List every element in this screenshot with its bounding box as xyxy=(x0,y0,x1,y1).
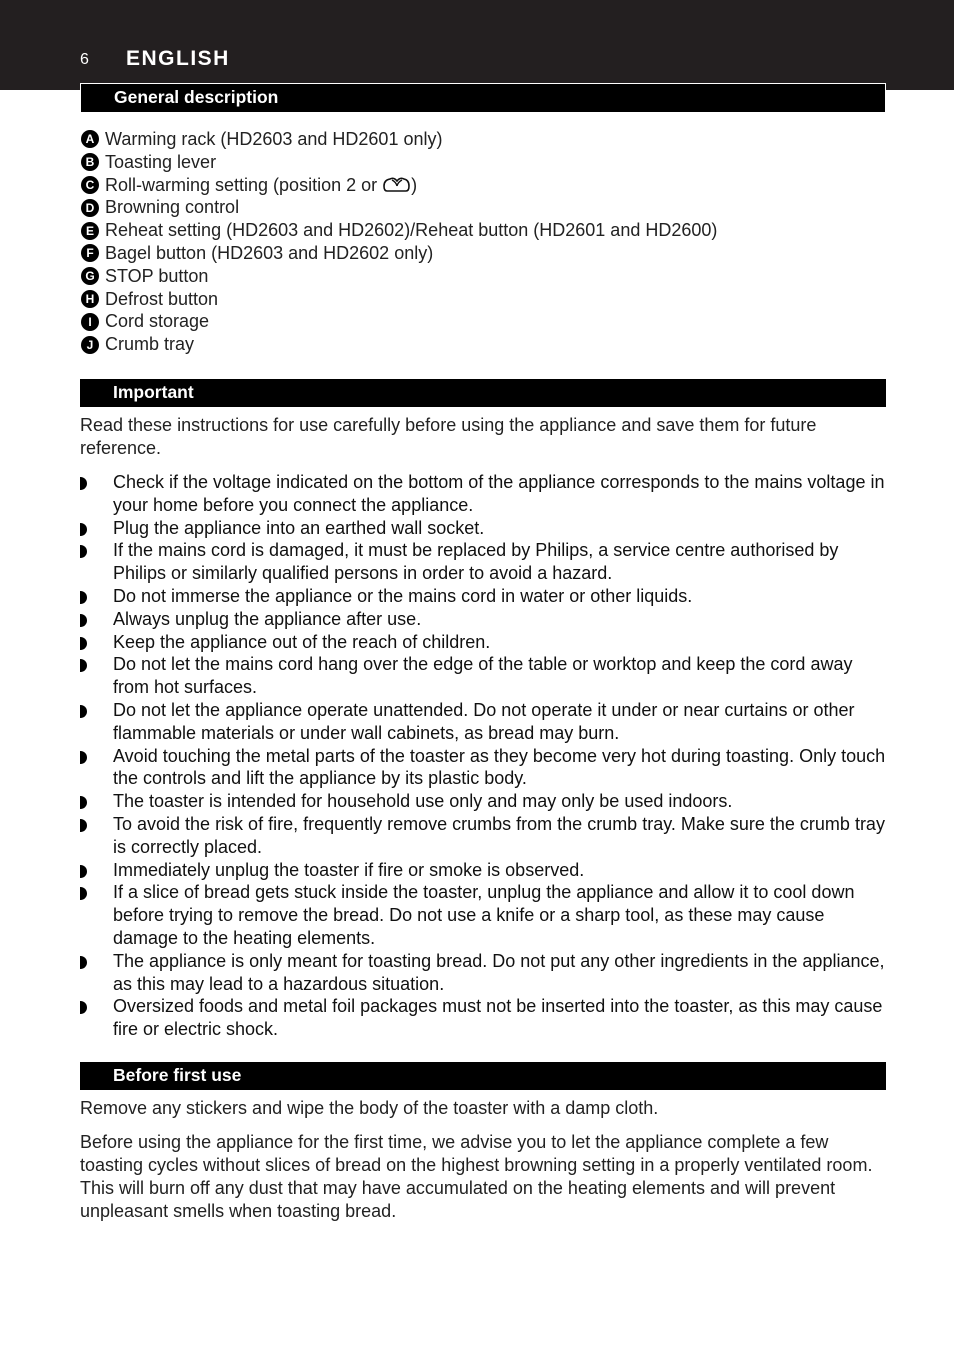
bullet-text: Oversized foods and metal foil packages … xyxy=(113,996,883,1040)
parts-list: A Warming rack (HD2603 and HD2601 only) … xyxy=(81,128,717,356)
section-header-before-first-use: Before first use xyxy=(80,1062,886,1090)
bullet-text: To avoid the risk of fire, frequently re… xyxy=(113,813,885,857)
bullet-item: Check if the voltage indicated on the bo… xyxy=(80,471,890,517)
part-item: C Roll-warming setting (position 2 or ) xyxy=(81,174,717,197)
section-title: General description xyxy=(114,87,279,107)
part-label: Crumb tray xyxy=(105,334,195,355)
part-item: A Warming rack (HD2603 and HD2601 only) xyxy=(81,128,717,151)
part-label: Browning control xyxy=(105,197,240,218)
part-label: Toasting lever xyxy=(105,151,217,172)
bullet-icon xyxy=(80,864,87,878)
bullet-text: If a slice of bread gets stuck inside th… xyxy=(113,882,855,948)
bullet-icon xyxy=(80,1001,87,1015)
bullet-item: Do not let the appliance operate unatten… xyxy=(80,699,890,745)
bullet-item: Do not immerse the appliance or the main… xyxy=(80,585,890,608)
bullet-icon xyxy=(80,796,87,810)
bullet-item: Always unplug the appliance after use. xyxy=(80,608,890,631)
letter-g-icon: G xyxy=(81,267,99,286)
bullet-item: If a slice of bread gets stuck inside th… xyxy=(80,881,890,949)
bullet-icon xyxy=(80,477,87,490)
bullet-item: Immediately unplug the toaster if fire o… xyxy=(80,859,890,882)
bullet-text: Plug the appliance into an earthed wall … xyxy=(113,517,485,538)
bullet-text: Always unplug the appliance after use. xyxy=(113,608,422,629)
language-title: ENGLISH xyxy=(126,47,230,70)
bullet-item: Plug the appliance into an earthed wall … xyxy=(80,517,890,540)
bullet-icon xyxy=(80,659,87,673)
part-item: J Crumb tray xyxy=(81,333,717,356)
part-label-suffix: ) xyxy=(411,174,418,195)
part-item: F Bagel button (HD2603 and HD2602 only) xyxy=(81,242,717,265)
letter-i-icon: I xyxy=(81,312,99,331)
section-header-general-description: General description xyxy=(80,83,886,112)
bullet-item: The appliance is only meant for toasting… xyxy=(80,950,890,996)
section-title: Important xyxy=(113,382,194,402)
bullet-item: The toaster is intended for household us… xyxy=(80,790,890,813)
part-item: B Toasting lever xyxy=(81,151,717,174)
letter-d-icon: D xyxy=(81,198,99,217)
letter-j-icon: J xyxy=(81,335,99,354)
part-item: E Reheat setting (HD2603 and HD2602)/Reh… xyxy=(81,219,717,242)
part-item: G STOP button xyxy=(81,265,717,288)
bullet-text: Avoid touching the metal parts of the to… xyxy=(113,745,886,789)
letter-f-icon: F xyxy=(81,244,99,263)
safety-bullets: Check if the voltage indicated on the bo… xyxy=(80,471,890,1041)
part-item: I Cord storage xyxy=(81,310,717,333)
part-label: Roll-warming setting (position 2 or xyxy=(105,174,383,195)
bullet-text: Check if the voltage indicated on the bo… xyxy=(113,472,885,515)
bullet-item: Avoid touching the metal parts of the to… xyxy=(80,745,890,791)
bullet-icon xyxy=(80,818,87,832)
bullet-item: Keep the appliance out of the reach of c… xyxy=(80,631,890,654)
letter-a-icon: A xyxy=(81,130,99,149)
before-first-use-paragraph-1: Remove any stickers and wipe the body of… xyxy=(80,1098,659,1118)
bullet-icon xyxy=(80,887,87,901)
roll-warming-icon xyxy=(383,178,410,193)
bullet-icon xyxy=(80,590,87,604)
letter-c-icon: C xyxy=(81,175,99,194)
bullet-text: The appliance is only meant for toasting… xyxy=(113,950,885,994)
part-item: H Defrost button xyxy=(81,288,717,311)
bullet-item: Do not let the mains cord hang over the … xyxy=(80,653,890,699)
part-label: Bagel button (HD2603 and HD2602 only) xyxy=(105,242,434,263)
important-intro: Read these instructions for use carefull… xyxy=(80,415,817,458)
section-title: Before first use xyxy=(113,1065,242,1085)
bullet-icon xyxy=(80,636,87,650)
part-label: Cord storage xyxy=(105,311,210,332)
bullet-item: Oversized foods and metal foil packages … xyxy=(80,995,890,1041)
bullet-icon xyxy=(80,613,87,627)
bullet-icon xyxy=(80,750,87,764)
section-header-important: Important xyxy=(80,379,886,407)
part-label: STOP button xyxy=(105,265,209,286)
bullet-text: Immediately unplug the toaster if fire o… xyxy=(113,859,585,880)
letter-h-icon: H xyxy=(81,289,99,308)
bullet-text: Do not let the mains cord hang over the … xyxy=(113,654,853,698)
part-item: D Browning control xyxy=(81,196,717,219)
header-band xyxy=(0,0,954,90)
letter-e-icon: E xyxy=(81,221,99,240)
part-label: Warming rack (HD2603 and HD2601 only) xyxy=(105,129,443,149)
bullet-icon xyxy=(80,522,87,536)
bullet-text: Keep the appliance out of the reach of c… xyxy=(113,631,491,652)
bullet-text: Do not immerse the appliance or the main… xyxy=(113,585,693,606)
part-label: Reheat setting (HD2603 and HD2602)/Rehea… xyxy=(105,220,718,241)
bullet-icon xyxy=(80,955,87,969)
bullet-text: The toaster is intended for household us… xyxy=(113,791,733,812)
bullet-icon xyxy=(80,704,87,718)
bullet-text: Do not let the appliance operate unatten… xyxy=(113,699,855,743)
bullet-item: If the mains cord is damaged, it must be… xyxy=(80,539,890,585)
bullet-text: If the mains cord is damaged, it must be… xyxy=(113,540,839,584)
before-first-use-paragraph-2: Before using the appliance for the first… xyxy=(80,1132,873,1221)
bullet-icon xyxy=(80,545,87,559)
part-label: Defrost button xyxy=(105,288,219,309)
bullet-item: To avoid the risk of fire, frequently re… xyxy=(80,813,890,859)
letter-b-icon: B xyxy=(81,153,99,172)
page-number: 6 xyxy=(80,51,89,68)
